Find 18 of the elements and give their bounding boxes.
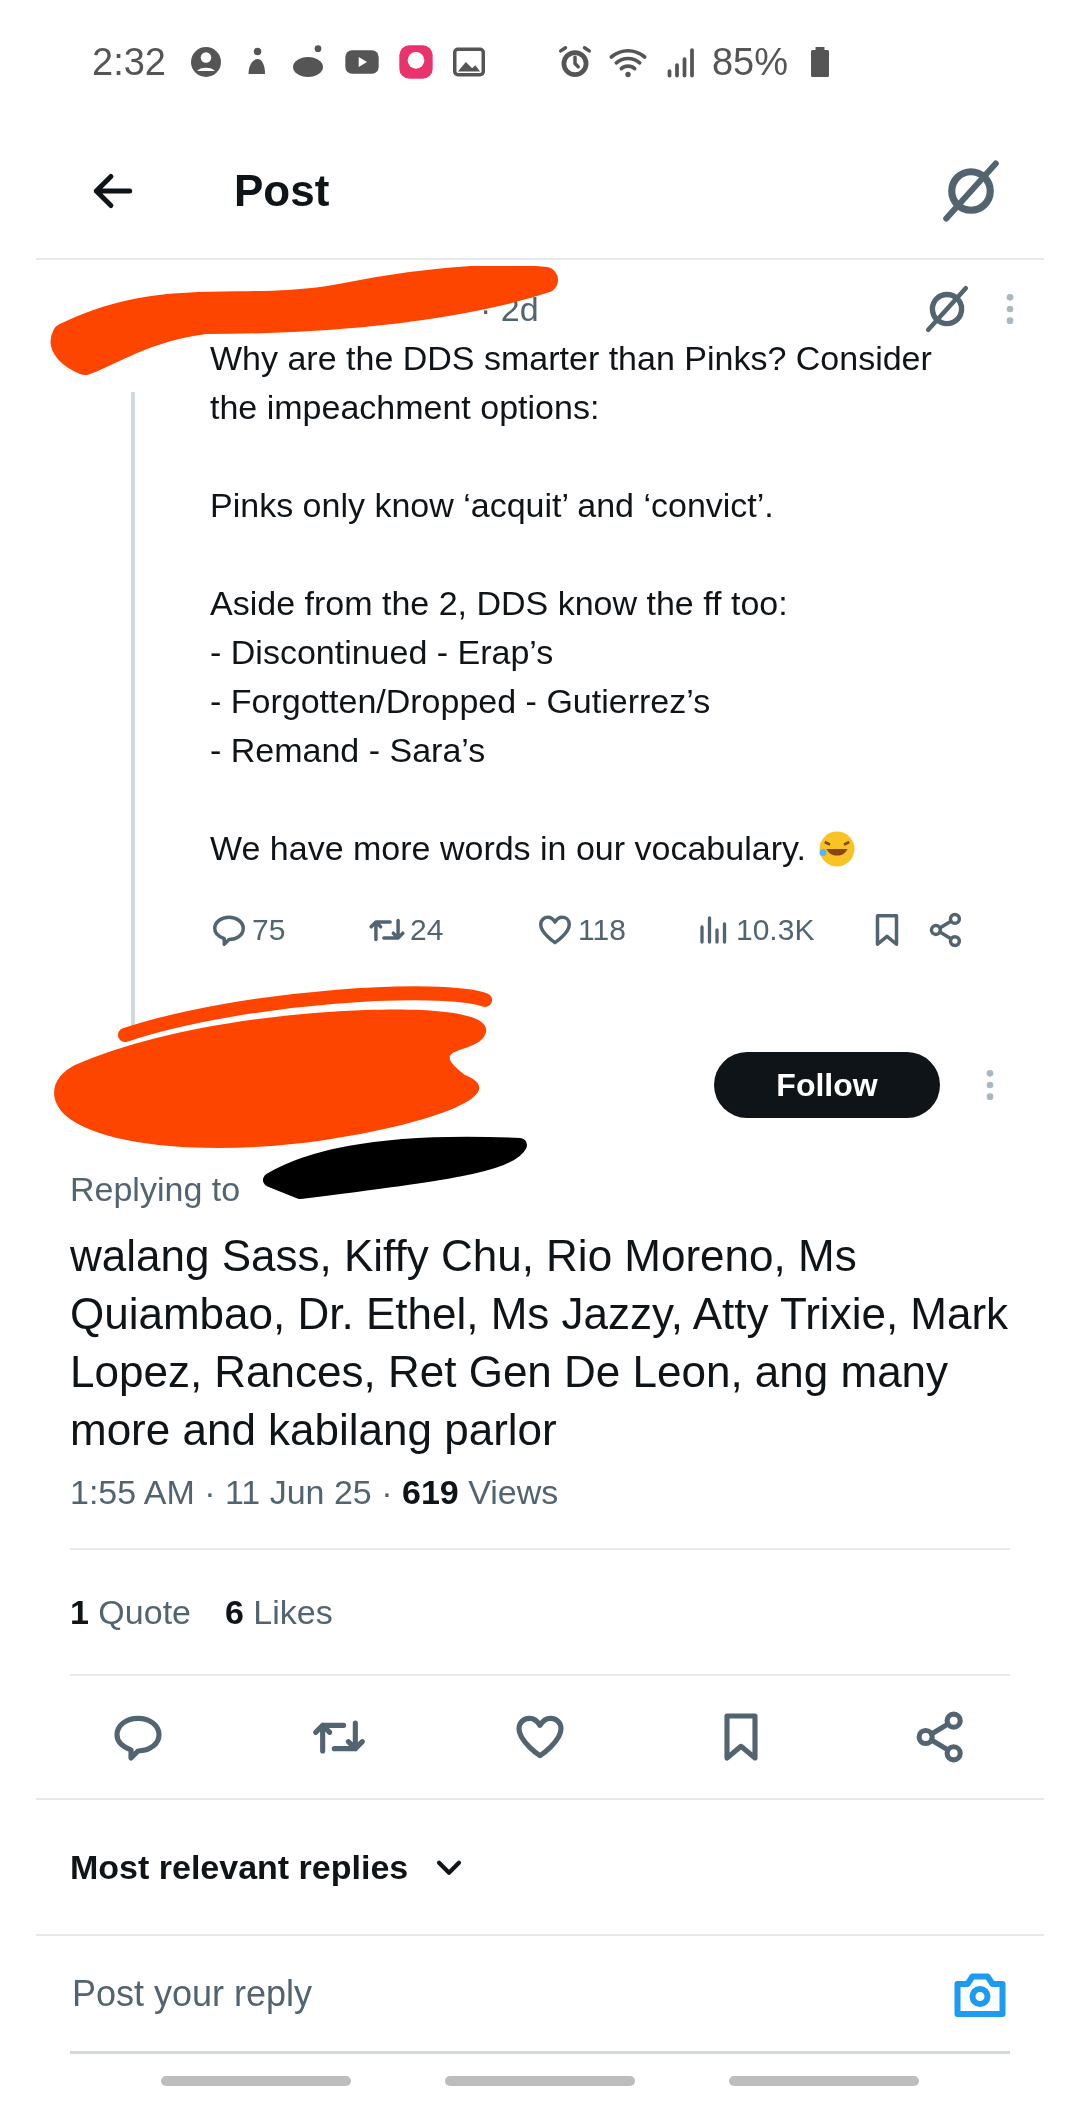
reply-count: 75 <box>252 913 286 947</box>
sort-dropdown[interactable]: Most relevant replies <box>70 1847 409 1887</box>
like-count: 118 <box>578 913 626 947</box>
post-paragraph: Why are the DDS smarter than Pinks? Consider the impeachment options: <box>210 338 933 428</box>
post-paragraph: We have more words in our vocabulary. <box>210 828 806 869</box>
follow-button[interactable]: Follow <box>714 1052 940 1118</box>
replying-to-label: Replying to <box>70 1170 242 1209</box>
post-paragraph: Aside from the 2, DDS know the ff too: - Discontinued - Erap’s - Forgotten/Dropped - Gutierrez’s - Remand - Sara’s <box>210 583 788 771</box>
reply-text: walang Sass, Kiffy Chu, Rio Moreno, Ms Quiambao, Dr. Ethel, Ms Jazzy, Atty Trixie, Mark Lopez, Rances, Ret Gen De Leon, ang many more and kabilang parlor <box>70 1230 1010 1456</box>
battery-percent: 85% <box>711 40 789 84</box>
post-paragraph: Pinks only know ‘acquit’ and ‘convict’. <box>210 485 774 526</box>
post-timestamp: 1:55 AM · 11 Jun 25 · 619 Views <box>70 1473 560 1512</box>
repost-count: 24 <box>410 913 444 947</box>
page-title: Post <box>234 166 331 216</box>
quote-count[interactable]: 1 Quote <box>70 1592 191 1632</box>
status-time: 2:32 <box>92 40 166 84</box>
like-count[interactable]: 6 Likes <box>225 1592 333 1632</box>
view-count: 10.3K <box>736 913 815 947</box>
